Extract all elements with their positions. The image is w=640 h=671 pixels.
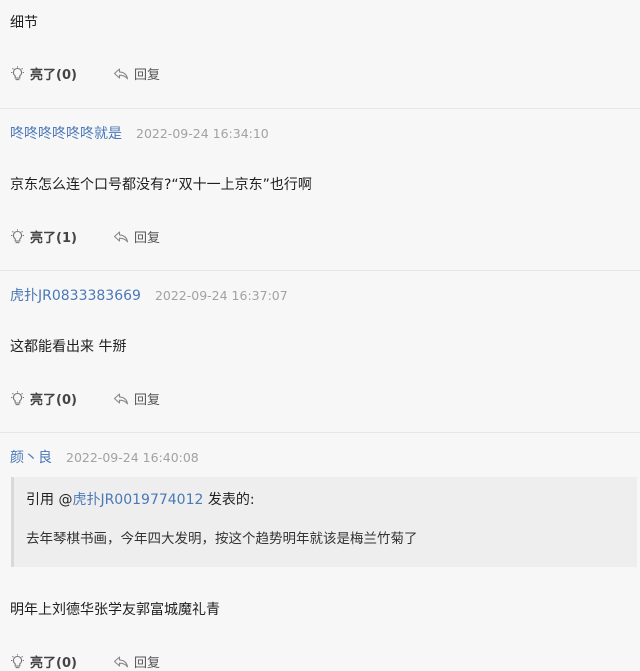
username-link[interactable]: 虎扑JR0833383669 xyxy=(10,288,141,304)
lightbulb-icon xyxy=(11,228,24,243)
post-actions: 亮了(0) 回复 xyxy=(10,64,160,83)
like-button[interactable]: 亮了(1) xyxy=(10,227,77,246)
reply-button[interactable]: 回复 xyxy=(113,227,160,246)
post-text: 明年上刘德华张学友郭富城魔礼青 xyxy=(10,602,220,618)
reply-arrow-icon xyxy=(113,230,128,242)
reply-button[interactable]: 回复 xyxy=(113,389,160,408)
quoted-reply: 引用 @虎扑JR0019774012 发表的: 去年琴棋书画，今年四大发明，按这… xyxy=(11,477,637,567)
quote-suffix: 发表的: xyxy=(203,492,255,508)
like-button[interactable]: 亮了(0) xyxy=(10,64,77,83)
lightbulb-icon xyxy=(11,65,24,80)
reply-label: 回复 xyxy=(133,231,160,246)
like-count: 亮了(0) xyxy=(30,656,77,671)
reply-post: 细节 亮了(0) 回复 xyxy=(0,0,640,109)
post-actions: 亮了(0) 回复 xyxy=(10,389,160,408)
reply-button[interactable]: 回复 xyxy=(113,64,160,83)
quote-text: 去年琴棋书画，今年四大发明，按这个趋势明年就该是梅兰竹菊了 xyxy=(26,531,418,547)
reply-post: 颜丶良 2022-09-24 16:40:08 引用 @虎扑JR001977401… xyxy=(0,433,640,671)
post-text: 京东怎么连个口号都没有?“双十一上京东”也行啊 xyxy=(10,177,312,193)
lightbulb-icon xyxy=(11,653,24,668)
reply-arrow-icon xyxy=(113,67,128,79)
quote-prefix: 引用 @ xyxy=(26,492,73,508)
post-timestamp: 2022-09-24 16:34:10 xyxy=(136,126,269,141)
like-count: 亮了(1) xyxy=(30,231,77,246)
username-link[interactable]: 颜丶良 xyxy=(10,450,52,466)
reply-button[interactable]: 回复 xyxy=(113,652,160,671)
like-button[interactable]: 亮了(0) xyxy=(10,652,77,671)
post-text: 这都能看出来 牛掰 xyxy=(10,339,127,355)
post-meta: 咚咚咚咚咚咚就是 2022-09-24 16:34:10 xyxy=(10,123,269,143)
like-count: 亮了(0) xyxy=(30,68,77,83)
post-meta: 虎扑JR0833383669 2022-09-24 16:37:07 xyxy=(10,285,288,305)
like-button[interactable]: 亮了(0) xyxy=(10,389,77,408)
post-timestamp: 2022-09-24 16:37:07 xyxy=(154,288,288,303)
post-actions: 亮了(1) 回复 xyxy=(10,227,160,246)
quote-header: 引用 @虎扑JR0019774012 发表的: xyxy=(26,489,255,509)
post-actions: 亮了(0) 回复 xyxy=(10,652,160,671)
reply-label: 回复 xyxy=(133,68,160,83)
reply-arrow-icon xyxy=(113,655,128,667)
reply-arrow-icon xyxy=(113,392,128,404)
post-meta: 颜丶良 2022-09-24 16:40:08 xyxy=(10,447,199,467)
quoted-username-link[interactable]: 虎扑JR0019774012 xyxy=(72,492,203,508)
username-link[interactable]: 咚咚咚咚咚咚就是 xyxy=(10,126,122,142)
reply-label: 回复 xyxy=(133,393,160,408)
post-text: 细节 xyxy=(10,15,38,31)
lightbulb-icon xyxy=(11,390,24,405)
like-count: 亮了(0) xyxy=(30,393,77,408)
reply-post: 咚咚咚咚咚咚就是 2022-09-24 16:34:10 京东怎么连个口号都没有?… xyxy=(0,109,640,271)
reply-post: 虎扑JR0833383669 2022-09-24 16:37:07 这都能看出来… xyxy=(0,271,640,433)
reply-label: 回复 xyxy=(133,656,160,671)
post-timestamp: 2022-09-24 16:40:08 xyxy=(66,450,199,465)
